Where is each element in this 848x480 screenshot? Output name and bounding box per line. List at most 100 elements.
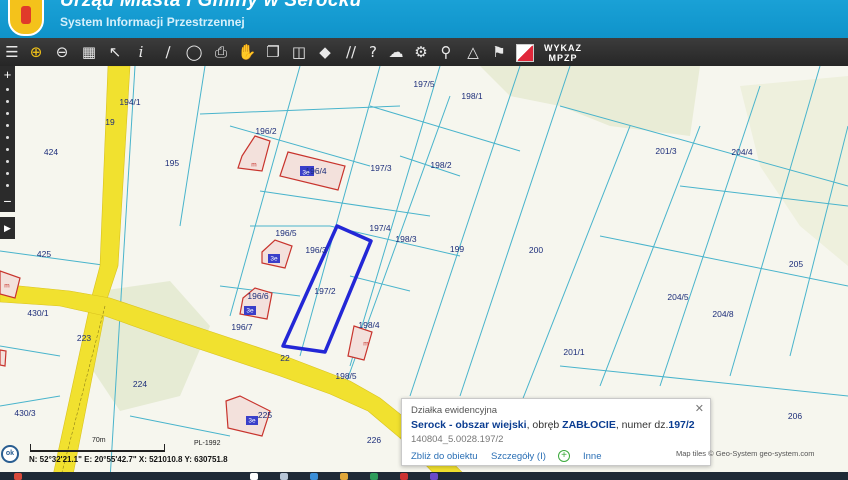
hatch-icon[interactable]: ∕∕ [340,41,362,63]
parcel-label: 204/5 [667,292,689,302]
info-icon[interactable]: i [130,41,152,63]
popup-place: Serock - obszar wiejski [411,419,527,431]
app-icon[interactable] [400,473,408,480]
scale-label: 70m [92,437,106,444]
parcel-label: 430/1 [27,308,49,318]
parcel-label: 196/5 [275,228,297,238]
parcel-label: 197/5 [413,79,435,89]
map-toolbar: ☰ ⊕ ⊖ ▦ ↖ i ∕ ◯ ⎙ ✋ ❐ ◫ ◆ ∕∕ ? ☁ ⚙ ⚲ △ ⚑ [0,38,848,66]
popup-number-text: , numer dz. [615,419,669,431]
folder-icon[interactable] [340,473,348,480]
parcel-label: 198/2 [430,160,452,170]
popup-parcel-id: 140804_5.0028.197/2 [411,434,504,445]
app-header: Urząd Miasta i Gminy w Serocku System In… [0,0,848,38]
parcel-label: 198/5 [335,371,357,381]
copy-icon[interactable]: ❐ [262,41,284,63]
layers-icon[interactable]: ☰ [1,41,23,63]
zoom-extent-icon[interactable]: ▦ [78,41,100,63]
parcel-label: 196/7 [231,322,253,332]
parcel-label: 204/4 [731,147,753,157]
popup-description: Serock - obszar wiejski, obręb ZABŁOCIE,… [411,419,695,431]
mpzp-label: MPZP [548,53,578,63]
parcel-label: 198/4 [358,320,380,330]
cursor-coordinates: N: 52°32'21.1" E: 20°55'42.7" X: 521010.… [29,455,228,464]
triangle-icon[interactable]: △ [462,41,484,63]
pin-icon[interactable]: ◆ [314,41,336,63]
zoom-plus-button[interactable]: + [0,68,15,82]
popup-precinct-text: , obręb [526,419,563,431]
popup-precinct: ZABŁOCIE [562,419,616,431]
measure-line-icon[interactable]: ∕ [157,41,179,63]
parcel-label: 197/3 [370,163,392,173]
help-icon[interactable]: ? [362,41,384,63]
parcel-label: 200 [528,245,544,255]
print-icon[interactable]: ⎙ [210,41,232,63]
parcel-label: 430/3 [14,408,36,418]
layout-icon[interactable]: ◫ [288,41,310,63]
building-label: 3e [302,169,310,177]
measure-area-icon[interactable]: ◯ [183,41,205,63]
map-attribution: Map tiles © Geo-System geo-system.com [676,449,815,458]
mpzp-flag-icon [516,44,534,62]
parcel-label: 196/3 [305,245,327,255]
cloud-upload-icon[interactable]: ☁ [385,41,407,63]
pointer-icon[interactable]: ↖ [104,41,126,63]
settings-icon[interactable]: ⚙ [410,41,432,63]
flag-icon[interactable]: ⚑ [488,41,510,63]
crs-label: PL-1992 [194,440,221,447]
parcel-label: 201/1 [563,347,585,357]
popup-number: 197/2 [668,419,695,431]
start-icon[interactable] [250,473,258,480]
parcel-label: 197/2 [314,286,336,296]
parcel-label: 198/1 [461,91,483,101]
parcel-info-popup: Działka ewidencyjna ✕ Serock - obszar wi… [401,398,711,466]
coat-of-arms-logo [8,0,44,36]
os-taskbar [0,472,848,480]
parcel-label: 196/6 [247,291,269,301]
building-label: 3e [248,417,256,425]
parcel-label: 226 [366,435,382,445]
app-window: { "header": { "title": "Urząd Miasta i G… [0,0,848,480]
parcel-label: 197/4 [369,223,391,233]
browser-icon[interactable] [310,473,318,480]
building-label: 3e [246,307,254,315]
page-subtitle: System Informacji Przestrzennej [60,15,245,29]
parcel-label: 204/8 [712,309,734,319]
pan-icon[interactable]: ✋ [236,41,258,63]
details-link[interactable]: Szczegóły (I) [491,451,546,462]
parcel-label: 19 [105,117,115,127]
zoom-minus-button[interactable]: − [0,194,15,208]
parcel-label: 223 [76,333,92,343]
parcel-label: 199 [449,244,465,254]
search-icon[interactable]: ⚲ [435,41,457,63]
parcel-label: 196/2 [255,126,277,136]
wykaz-label: WYKAZ [544,43,582,53]
parcel-label: 206 [787,411,803,421]
wykaz-mpzp-button[interactable]: WYKAZ MPZP [516,41,582,65]
zoom-in-icon[interactable]: ⊕ [25,41,47,63]
plus-icon[interactable]: + [558,450,570,462]
parcel-label: 194/1 [119,97,141,107]
zoom-to-object-link[interactable]: Zbliż do obiektu [411,451,478,462]
search-taskbar-icon[interactable] [280,473,288,480]
ok-button[interactable]: ok [1,445,19,463]
parcel-label: 224 [132,379,148,389]
page-title: Urząd Miasta i Gminy w Serocku [60,0,362,11]
app-icon[interactable] [370,473,378,480]
scale-bar [30,444,165,452]
zoom-slider[interactable]: + − [0,66,15,212]
other-link[interactable]: Inne [583,451,602,462]
parcel-label: 205 [788,259,804,269]
weather-icon[interactable] [14,473,22,480]
parcel-label: 198/3 [395,234,417,244]
parcel-label: 195 [164,158,180,168]
building-label: 3e [270,255,278,263]
expand-panel-arrow-icon[interactable]: ▶ [0,217,15,239]
building-label: m [4,282,10,290]
popup-header: Działka ewidencyjna [411,405,498,416]
building-label: m [251,161,257,169]
close-icon[interactable]: ✕ [695,402,704,415]
zoom-out-icon[interactable]: ⊖ [51,41,73,63]
app-icon[interactable] [430,473,438,480]
parcel-label: 225 [257,410,273,420]
